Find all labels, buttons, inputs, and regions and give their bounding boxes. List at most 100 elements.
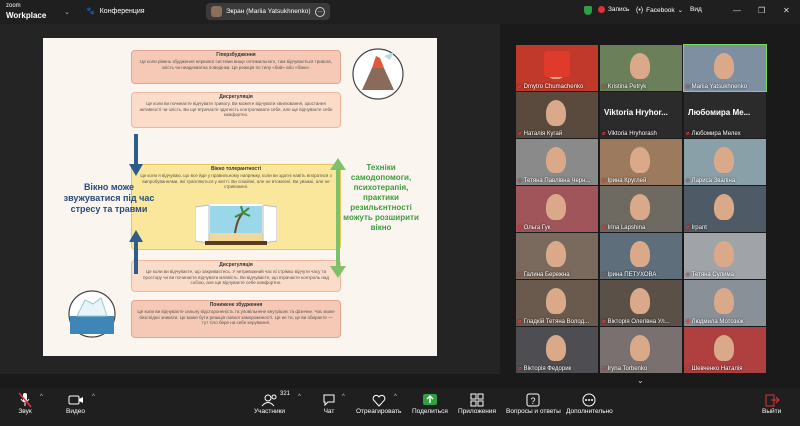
conference-menu[interactable]: 🐾 Конференция	[86, 7, 145, 16]
microphone-muted-icon: ⌀	[602, 272, 606, 278]
recording-indicator[interactable]: Запись	[598, 6, 629, 13]
participant-tile[interactable]: ⌀ Наталія Кугай	[516, 92, 598, 138]
more-button[interactable]: Дополнительно	[566, 392, 613, 415]
participants-count: 321	[280, 391, 291, 397]
participant-tile[interactable]: ⌀ Тетяна Сулима	[684, 233, 766, 279]
share-button[interactable]: Поделиться	[412, 392, 448, 415]
audio-button[interactable]: Звук	[18, 392, 32, 415]
participant-name: ⌀ Kristina Petryk	[602, 83, 647, 91]
participant-tile[interactable]: ⌀ Mariia Yatsukhnenko	[683, 44, 767, 92]
video-button[interactable]: Видео	[66, 392, 85, 415]
participant-name-label: Вікторія Федорик	[523, 365, 572, 372]
participant-tile[interactable]: ⌀ Dmytro Chumachenko	[516, 45, 598, 91]
participant-name-label: Kristina Petryk	[607, 83, 647, 90]
participant-name: ⌀ Гладкій Тетяна Волод...	[518, 318, 589, 326]
chevron-down-icon[interactable]: ⌄	[64, 8, 70, 16]
qa-button[interactable]: ? Вопросы и ответы	[506, 392, 561, 415]
microphone-muted-icon: ⌀	[602, 84, 606, 90]
participant-tile[interactable]: ⌀ Шевченко Наталія	[684, 327, 766, 373]
participant-tile[interactable]: ⌀ Iryna Torbenko	[600, 327, 682, 373]
avatar	[630, 53, 650, 79]
chat-button[interactable]: Чат	[322, 392, 336, 415]
restore-icon[interactable]: ❐	[758, 6, 765, 15]
top-bar: zoom Workplace ⌄ 🐾 Конференция Экран (Ma…	[0, 0, 800, 24]
microphone-muted-icon: ⌀	[686, 366, 690, 372]
participant-gallery: ⌀ Dmytro Chumachenko ⌀ Kristina Petryk ⌀ Mari…	[516, 44, 768, 375]
microphone-muted-icon: ⌀	[686, 319, 690, 325]
participant-name-label: Iryna Torbenko	[607, 365, 648, 372]
microphone-muted-icon: ⌀	[686, 272, 690, 278]
participant-name-label: Шевченко Наталія	[691, 365, 743, 372]
participant-name-label: Ірина Круглей	[607, 177, 647, 184]
microphone-muted-icon: ⌀	[602, 319, 606, 325]
participant-tile[interactable]: ⌀ Тетяна Павлівна Черн...	[516, 139, 598, 185]
participant-name: ⌀ Тетяна Сулима	[686, 271, 734, 279]
participant-tile[interactable]: ⌀ Вікторія Олегівна Ул...	[600, 280, 682, 326]
participant-tile[interactable]: ⌀ Вікторія Федорик	[516, 327, 598, 373]
narrowing-caption: Вікно може звужуватися під час стресу та…	[63, 182, 155, 214]
screen-share-indicator[interactable]: Экран (Mariia Yatsukhnenko) …	[206, 3, 330, 20]
participants-icon	[261, 392, 279, 408]
view-menu[interactable]: Вид	[690, 6, 702, 13]
participant-name-label: Dmytro Chumachenko	[523, 83, 584, 90]
apps-icon	[470, 392, 484, 408]
avatar	[546, 100, 566, 126]
participant-name: ⌀ Галина Бережна	[518, 271, 570, 279]
chevron-up-icon[interactable]: ^	[342, 394, 345, 400]
apps-button[interactable]: Приложения	[458, 392, 496, 415]
participant-name: ⌀ Irina Lapshina	[602, 224, 645, 232]
chevron-up-icon[interactable]: ^	[298, 394, 301, 400]
dysregulation-upper-box: Дисрегуляція Це коли ви починаєте відчув…	[131, 92, 341, 128]
avatar	[546, 288, 566, 314]
chevron-up-icon[interactable]: ^	[394, 394, 397, 400]
paw-icon: 🐾	[86, 8, 95, 15]
participant-name: ⌀ Вікторія Федорик	[518, 365, 572, 373]
more-options-icon[interactable]: …	[315, 6, 325, 17]
participant-name-large: Любомира Ме...	[688, 108, 751, 117]
avatar	[546, 147, 566, 173]
participant-name-large: Viktoria Hryhor...	[604, 108, 668, 117]
participant-name-label: Вікторія Олегівна Ул...	[607, 318, 670, 325]
livestream-indicator[interactable]: (•) Facebook ⌄	[636, 6, 684, 15]
more-icon	[582, 392, 596, 408]
participant-name-label: Наталія Кугай	[523, 130, 563, 137]
microphone-muted-icon: ⌀	[518, 319, 522, 325]
minimize-icon[interactable]: —	[733, 6, 741, 15]
participant-tile[interactable]: ⌀ Лариса Зваліна	[684, 139, 766, 185]
microphone-muted-icon: ⌀	[602, 225, 606, 231]
microphone-muted-icon: ⌀	[602, 366, 606, 372]
avatar	[546, 194, 566, 220]
shared-slide: Гіперзбудження Це коли рівень збудження …	[43, 38, 437, 356]
avatar	[714, 241, 734, 267]
leave-icon	[764, 392, 780, 408]
chevron-up-icon[interactable]: ^	[92, 394, 95, 400]
live-icon: (•)	[636, 6, 644, 14]
participant-tile[interactable]: ⌀ Ірина Круглей	[600, 139, 682, 185]
volcano-icon	[352, 48, 404, 100]
close-icon[interactable]: ✕	[783, 6, 790, 15]
hypoarousal-box: Понижене збудження Це коли ви відчуваєте…	[131, 300, 341, 338]
chevron-down-icon[interactable]: ⌄	[637, 376, 644, 385]
avatar	[714, 288, 734, 314]
participant-tile[interactable]: Viktoria Hryhor... ⌀ Viktoria Hryhorash	[600, 92, 682, 138]
chevron-down-icon: ⌄	[677, 7, 684, 14]
participant-tile[interactable]: Любомира Ме... ⌀ Любомира Мелех	[684, 92, 766, 138]
participant-tile[interactable]: ⌀ Irina Lapshina	[600, 186, 682, 232]
participant-name: ⌀ Наталія Кугай	[518, 130, 563, 138]
participant-tile[interactable]: ⌀ Людмила Мотозюк	[684, 280, 766, 326]
chevron-up-icon[interactable]: ^	[40, 394, 43, 400]
participant-name: ⌀ Ірина ПЕТУХОВА	[602, 271, 656, 279]
security-indicator[interactable]	[584, 6, 592, 15]
meeting-toolbar: Звук ^ Видео ^ Участники 321 ^ Чат ^ Отр…	[0, 388, 800, 426]
participant-tile[interactable]: ⌀ Ольга Гук	[516, 186, 598, 232]
leave-button[interactable]: Выйти	[762, 392, 781, 415]
participant-tile[interactable]: ⌀ Галина Бережна	[516, 233, 598, 279]
microphone-muted-icon: ⌀	[518, 178, 522, 184]
participant-tile[interactable]: ⌀ Гладкій Тетяна Волод...	[516, 280, 598, 326]
svg-text:?: ?	[531, 396, 536, 406]
participant-tile[interactable]: ⌀ Irpant	[684, 186, 766, 232]
participant-tile[interactable]: ⌀ Ірина ПЕТУХОВА	[600, 233, 682, 279]
participant-tile[interactable]: ⌀ Kristina Petryk	[600, 45, 682, 91]
avatar	[211, 6, 222, 17]
shield-icon	[584, 6, 592, 15]
